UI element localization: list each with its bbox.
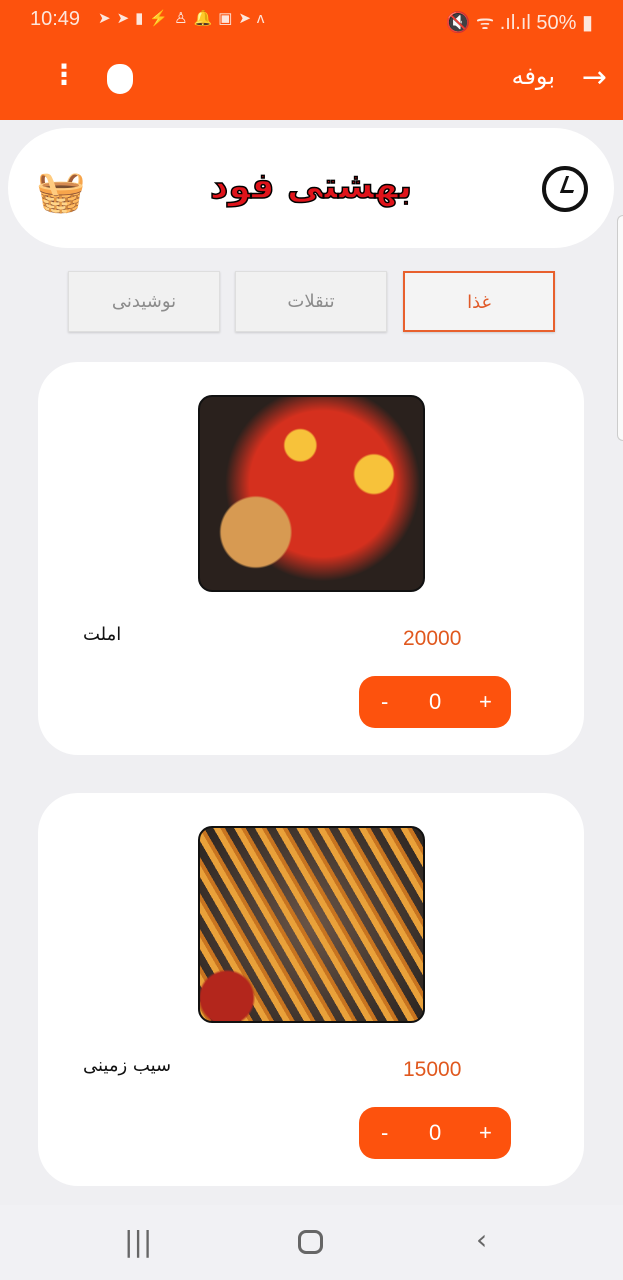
- status-right: 🔇 ᯤ .ıl.ıl 50% ▮: [445, 12, 593, 34]
- increment-button[interactable]: +: [479, 1120, 492, 1146]
- product-card: سیب زمینی 15000 - 0 +: [38, 793, 584, 1186]
- history-icon[interactable]: [542, 166, 588, 212]
- more-menu-icon[interactable]: ⋮: [50, 58, 78, 91]
- quantity-stepper: - 0 +: [359, 1107, 511, 1159]
- recent-apps-icon[interactable]: |||: [124, 1225, 152, 1258]
- product-name: املت: [83, 624, 122, 645]
- product-image: [198, 826, 425, 1023]
- battery-level: 50%: [536, 12, 577, 34]
- quantity-stepper: - 0 +: [359, 676, 511, 728]
- status-time: 10:49: [30, 8, 81, 30]
- product-price: 20000: [403, 627, 462, 650]
- product-image: [198, 395, 425, 592]
- back-arrow-icon[interactable]: →: [582, 60, 607, 95]
- nav-back-icon[interactable]: ‹: [476, 1223, 487, 1256]
- brand-title: بهشتی فود: [209, 165, 413, 208]
- tab-snacks[interactable]: تنقلات: [235, 271, 387, 332]
- product-name: سیب زمینی: [83, 1055, 172, 1076]
- tab-drinks[interactable]: نوشیدنی: [68, 271, 220, 332]
- home-icon[interactable]: [298, 1230, 323, 1254]
- bug-icon[interactable]: [107, 64, 133, 94]
- app-bar: → بوفه ⋮: [0, 40, 623, 120]
- tab-food[interactable]: غذا: [403, 271, 555, 332]
- decrement-button[interactable]: -: [381, 1120, 388, 1146]
- product-price: 15000: [403, 1058, 462, 1081]
- quantity-value: 0: [429, 689, 442, 714]
- product-card: املت 20000 - 0 +: [38, 362, 584, 755]
- scrollbar[interactable]: [617, 215, 623, 441]
- status-bar: 10:49 ➤➤▮⚡♙🔔▣➤ʌ 🔇 ᯤ .ıl.ıl 50% ▮: [0, 0, 623, 40]
- increment-button[interactable]: +: [479, 689, 492, 715]
- app-title: بوفه: [511, 62, 555, 90]
- quantity-value: 0: [429, 1120, 442, 1145]
- system-nav-bar: ||| ‹: [0, 1205, 623, 1280]
- decrement-button[interactable]: -: [381, 689, 388, 715]
- notification-icons: ➤➤▮⚡♙🔔▣➤ʌ: [98, 10, 271, 27]
- header-card: 🧺 بهشتی فود: [8, 128, 614, 248]
